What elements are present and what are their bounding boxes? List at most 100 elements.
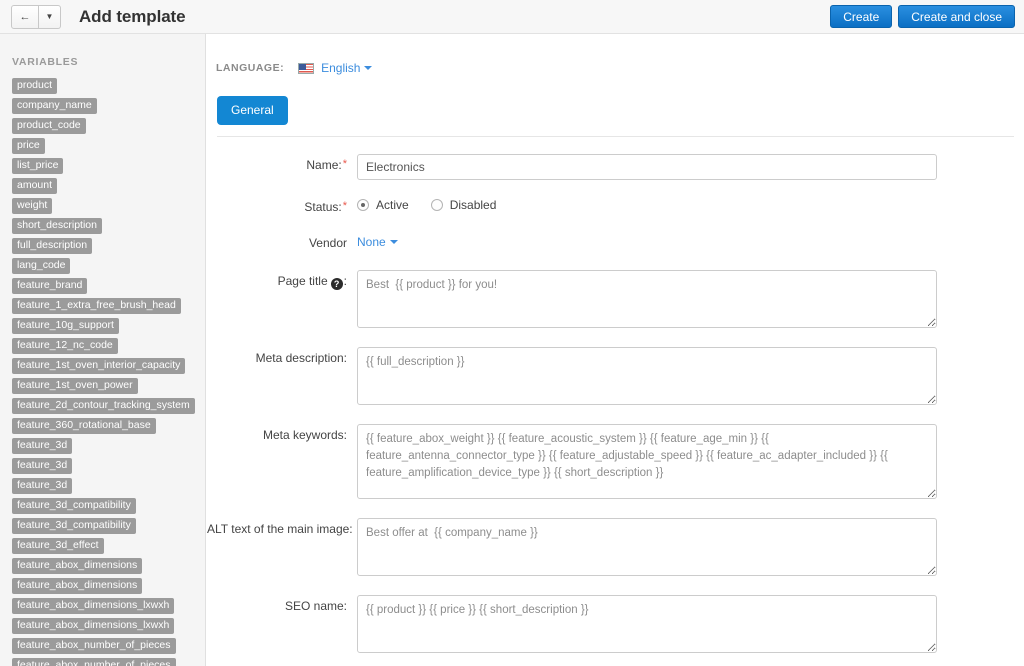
variable-chip[interactable]: feature_abox_number_of_pieces [12,658,176,666]
variable-chip-row: feature_abox_number_of_pieces [12,638,205,658]
form-row-status: Status:* Active Disabled [207,196,1024,214]
page-title-control: Best {{ product }} for you! [357,270,937,331]
form-row-name: Name:* [207,154,1024,180]
variable-chip-row: feature_12_nc_code [12,338,205,358]
variable-chip[interactable]: feature_1_extra_free_brush_head [12,298,181,314]
variable-chip[interactable]: list_price [12,158,64,174]
variable-chip[interactable]: feature_abox_dimensions [12,558,143,574]
variable-chip-row: feature_3d_compatibility [12,498,205,518]
variable-chip[interactable]: feature_2d_contour_tracking_system [12,398,195,414]
tabs-divider [217,136,1014,137]
variable-chip[interactable]: product_code [12,118,86,134]
variable-chip[interactable]: short_description [12,218,102,234]
variable-chip[interactable]: lang_code [12,258,71,274]
variable-chip[interactable]: feature_3d_compatibility [12,498,136,514]
variable-chip-row: feature_3d [12,438,205,458]
create-button[interactable]: Create [830,5,893,28]
alt-text-textarea[interactable]: Best offer at {{ company_name }} [357,518,937,576]
variable-chip[interactable]: feature_3d_compatibility [12,518,136,534]
variable-chip-row: feature_abox_dimensions_lxwxh [12,598,205,618]
required-marker: * [342,200,347,212]
topbar-actions: Create Create and close [830,5,1015,28]
variable-chip[interactable]: feature_abox_dimensions_lxwxh [12,618,175,634]
variable-chip[interactable]: feature_360_rotational_base [12,418,156,434]
name-input[interactable] [357,154,937,180]
variables-sidebar[interactable]: VARIABLES product company_name product_cod… [0,34,206,666]
variables-list: product company_name product_codeprice list… [12,78,205,666]
seo-name-textarea[interactable]: {{ product }} {{ price }} {{ short_descr… [357,595,937,653]
variable-chip-row: feature_3d [12,458,205,478]
variable-chip[interactable]: price [12,138,45,154]
variable-chip-row: feature_360_rotational_base [12,418,205,438]
variable-chip-row: feature_3d_compatibility [12,518,205,538]
name-control [357,154,937,180]
meta-keywords-textarea[interactable]: {{ feature_abox_weight }} {{ feature_aco… [357,424,937,499]
meta-description-textarea[interactable]: {{ full_description }} [357,347,937,405]
variable-chip-row: feature_3d_effect [12,538,205,558]
page-title: Add template [79,6,186,26]
required-marker: * [342,158,347,170]
vendor-dropdown[interactable]: None [357,232,398,249]
variable-chip-row: feature_1st_oven_power [12,378,205,398]
variable-chip[interactable]: product [12,78,58,94]
vendor-label: Vendor [308,236,347,250]
variable-chip[interactable]: amount [12,178,58,194]
status-disabled-label: Disabled [449,198,497,212]
caret-down-icon: ▼ [45,12,54,21]
back-button[interactable]: ← [11,4,39,29]
variable-chip[interactable]: weight [12,198,53,214]
meta-keywords-label: Meta keywords: [262,428,347,442]
form-row-page-title: Page title?: Best {{ product }} for you! [207,270,1024,331]
variable-chip[interactable]: feature_brand [12,278,88,294]
variable-chip[interactable]: feature_abox_number_of_pieces [12,638,176,654]
vendor-value: None [357,235,386,249]
variable-chip[interactable]: feature_1st_oven_power [12,378,138,394]
variable-chip-row: feature_abox_dimensions_lxwxh [12,618,205,638]
top-bar: ← ▼ Add template Create Create and close [0,0,1024,34]
page-title-textarea[interactable]: Best {{ product }} for you! [357,270,937,328]
status-option-disabled[interactable]: Disabled [430,198,497,212]
back-dropdown-button[interactable]: ▼ [39,4,61,29]
status-radio-group: Active Disabled [357,196,518,212]
seo-name-control: {{ product }} {{ price }} {{ short_descr… [357,595,937,656]
variable-chip[interactable]: full_description [12,238,93,254]
question-mark-icon[interactable]: ? [330,278,343,290]
variable-chip[interactable]: feature_3d_effect [12,538,104,554]
create-and-close-button[interactable]: Create and close [898,5,1015,28]
variable-chip[interactable]: company_name [12,98,97,114]
meta-description-label: Meta description: [255,351,347,365]
chevron-down-icon [364,66,373,70]
variables-heading: VARIABLES [12,56,79,68]
page-title-label: Page title?: [277,274,347,290]
form-row-meta-keywords: Meta keywords: {{ feature_abox_weight }}… [207,424,1024,502]
variable-chip-row: company_name [12,98,205,118]
variable-chip[interactable]: feature_3d [12,458,73,474]
variable-chip-row: feature_3d [12,478,205,498]
variable-chip[interactable]: feature_12_nc_code [12,338,118,354]
tab-bar: General [217,96,1024,125]
meta-keywords-control: {{ feature_abox_weight }} {{ feature_aco… [357,424,937,502]
form-row-vendor: Vendor None [207,232,1024,250]
arrow-left-icon: ← [19,10,31,23]
variable-chip[interactable]: feature_3d [12,438,73,454]
variable-chip-row: short_description [12,218,205,238]
variable-chip[interactable]: feature_abox_dimensions [12,578,143,594]
variable-chip[interactable]: feature_abox_dimensions_lxwxh [12,598,175,614]
variable-chip[interactable]: feature_1st_oven_interior_capacity [12,358,186,374]
us-flag-icon [298,62,315,74]
variable-chip-row: price [12,138,205,158]
status-option-active[interactable]: Active [357,198,409,212]
form-row-seo-name: SEO name: {{ product }} {{ price }} {{ s… [207,595,1024,656]
variable-chip-row: feature_1_extra_free_brush_head [12,298,205,318]
radio-disabled-icon [430,199,443,211]
navigation-button-group: ← ▼ [11,4,61,29]
variable-chip[interactable]: feature_10g_support [12,318,119,334]
variable-chip-row: feature_abox_dimensions [12,578,205,598]
variable-chip-row: lang_code [12,258,205,278]
tab-general[interactable]: General [217,96,288,125]
variable-chip[interactable]: feature_3d [12,478,73,494]
main-panel: LANGUAGE: English General Name:* Status:… [207,34,1024,666]
language-dropdown[interactable]: English [321,61,373,75]
variable-chip-row: product_code [12,118,205,138]
status-label: Status:* [304,200,347,214]
